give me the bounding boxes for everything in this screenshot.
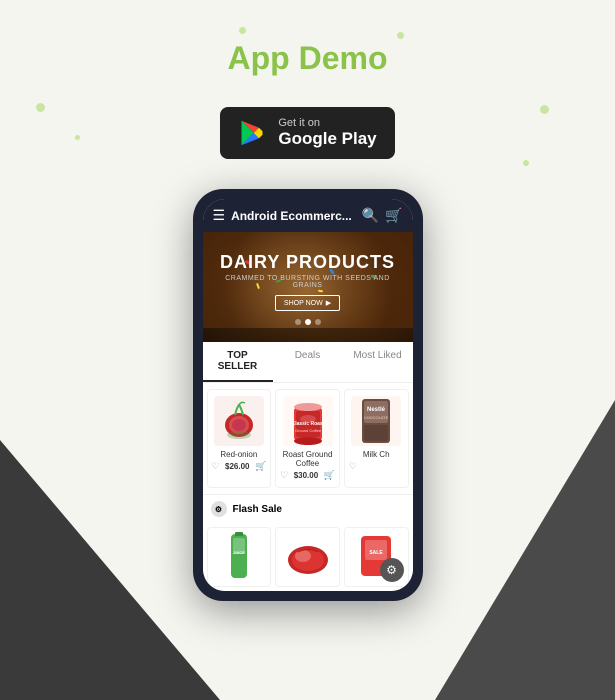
page-title: App Demo: [0, 40, 615, 77]
settings-fab-button[interactable]: ⚙: [380, 558, 404, 582]
decorative-dot-6: [523, 160, 529, 166]
onion-actions: ♡ $26.00 🛒: [212, 461, 267, 472]
hero-dots: [217, 319, 399, 325]
product-card-onion: Red-onion ♡ $26.00 🛒: [207, 389, 272, 488]
gplay-label-bottom: Google Play: [278, 129, 376, 149]
milk-image: Nestlé CHOCOLATE: [351, 396, 401, 446]
search-icon[interactable]: 🔍: [362, 207, 379, 224]
flash-sale-section: ⚙ Flash Sale: [203, 494, 413, 523]
google-play-button[interactable]: Get it on Google Play: [220, 107, 394, 159]
gplay-label-top: Get it on: [278, 117, 320, 129]
tab-deals[interactable]: Deals: [273, 342, 343, 382]
hero-shop-button[interactable]: SHOP NOW ▶: [275, 295, 340, 311]
onion-name: Red-onion: [220, 450, 257, 459]
shop-now-label: SHOP NOW: [284, 300, 323, 307]
coffee-image: Classic Roast Ground Coffee: [283, 396, 333, 446]
phone-mockup: ☰ Android Ecommerc... 🔍 🛒: [193, 189, 423, 601]
product-card-juice: JUICE: [207, 527, 272, 587]
flash-sale-icon: ⚙: [211, 501, 227, 517]
milk-wishlist-icon[interactable]: ♡: [349, 461, 357, 472]
hero-title: DAIRY PRODUCTS: [217, 252, 399, 273]
gplay-text: Get it on Google Play: [278, 117, 376, 149]
product-card-milk: Nestlé CHOCOLATE Milk Ch ♡: [344, 389, 409, 488]
app-title: Android Ecommerc...: [231, 209, 356, 223]
hero-subtitle: CRAMMED TO BURSTING WITH SEEDS AND GRAIN…: [217, 275, 399, 289]
product-card-red-bag: SALE ⚙: [344, 527, 409, 587]
meat-image: [283, 532, 333, 580]
hero-dot-1[interactable]: [295, 319, 301, 325]
phone-container: ☰ Android Ecommerc... 🔍 🛒: [0, 189, 615, 601]
menu-icon[interactable]: ☰: [213, 207, 226, 224]
onion-price: $26.00: [225, 462, 249, 471]
coffee-actions: ♡ $30.00 🛒: [280, 470, 335, 481]
hero-content: DAIRY PRODUCTS CRAMMED TO BURSTING WITH …: [217, 252, 399, 325]
page-header: App Demo Get it on Google Play: [0, 0, 615, 159]
milk-name: Milk Ch: [363, 450, 390, 459]
onion-image: [214, 396, 264, 446]
tab-top-seller[interactable]: TOP SELLER: [203, 342, 273, 382]
app-bar: ☰ Android Ecommerc... 🔍 🛒: [203, 199, 413, 232]
coffee-name: Roast Ground Coffee: [280, 450, 335, 468]
product-card-meat: [275, 527, 340, 587]
hero-dot-2[interactable]: [305, 319, 311, 325]
milk-actions: ♡: [349, 461, 404, 472]
onion-wishlist-icon[interactable]: ♡: [212, 461, 220, 472]
onion-cart-icon[interactable]: 🛒: [255, 461, 266, 472]
svg-text:Ground Coffee: Ground Coffee: [294, 428, 321, 433]
hero-banner: DAIRY PRODUCTS CRAMMED TO BURSTING WITH …: [203, 232, 413, 342]
svg-text:Nestlé: Nestlé: [367, 407, 386, 413]
coffee-cart-icon[interactable]: 🛒: [324, 470, 335, 481]
product-card-coffee: Classic Roast Ground Coffee Roast Ground…: [275, 389, 340, 488]
svg-text:JUICE: JUICE: [233, 550, 245, 555]
tab-most-liked[interactable]: Most Liked: [343, 342, 413, 382]
product-tabs: TOP SELLER Deals Most Liked: [203, 342, 413, 383]
products-grid: Red-onion ♡ $26.00 🛒: [203, 383, 413, 494]
arrow-icon: ▶: [326, 299, 331, 307]
coffee-wishlist-icon[interactable]: ♡: [280, 470, 288, 481]
flash-sale-label: Flash Sale: [233, 504, 282, 515]
cart-icon[interactable]: 🛒: [385, 207, 402, 224]
phone-screen: ☰ Android Ecommerc... 🔍 🛒: [203, 199, 413, 591]
coffee-price: $30.00: [294, 471, 318, 480]
juice-image: JUICE: [225, 532, 253, 582]
google-play-icon: [238, 119, 266, 147]
svg-text:SALE: SALE: [370, 550, 384, 556]
hero-dot-3[interactable]: [315, 319, 321, 325]
svg-text:CHOCOLATE: CHOCOLATE: [364, 415, 389, 420]
bottom-products: JUICE: [203, 523, 413, 591]
